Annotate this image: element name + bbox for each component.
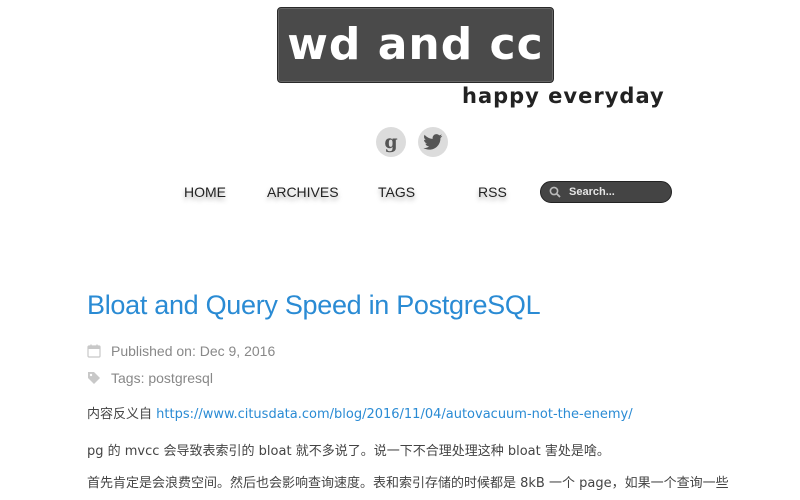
search-box	[540, 181, 672, 203]
twitter-bird-icon	[423, 134, 443, 150]
google-plus-icon[interactable]: g	[376, 127, 406, 157]
nav-home[interactable]: HOME	[184, 184, 226, 200]
source-link[interactable]: https://www.citusdata.com/blog/2016/11/0…	[156, 407, 633, 422]
site-logo[interactable]: wd and cc	[277, 7, 554, 83]
post-date: Published on: Dec 9, 2016	[87, 343, 275, 359]
source-prefix: 内容反义自	[87, 407, 157, 422]
calendar-icon	[87, 344, 101, 358]
site-tagline: happy everyday	[462, 84, 665, 108]
nav-archives[interactable]: ARCHIVES	[267, 184, 339, 200]
tag-icon	[88, 372, 100, 384]
paragraph-body: 首先肯定是会浪费空间。然后也会影响查询速度。表和索引存储的时候都是 8kB 一个…	[87, 476, 729, 491]
post-title[interactable]: Bloat and Query Speed in PostgreSQL	[87, 290, 541, 321]
paragraph-intro: pg 的 mvcc 会导致表索引的 bloat 就不多说了。说一下不合理处理这种…	[87, 444, 610, 459]
search-icon	[549, 186, 561, 198]
nav-rss[interactable]: RSS	[478, 184, 507, 200]
logo-text: wd and cc	[287, 19, 544, 70]
post-tags-text[interactable]: Tags: postgresql	[111, 370, 213, 386]
nav-tags[interactable]: TAGS	[378, 184, 415, 200]
twitter-icon[interactable]	[418, 127, 448, 157]
search-input[interactable]	[569, 186, 659, 198]
post-tags: Tags: postgresql	[87, 370, 213, 386]
main-nav: HOME ARCHIVES TAGS RSS	[0, 184, 800, 204]
google-plus-glyph: g	[384, 131, 398, 153]
post-date-text: Published on: Dec 9, 2016	[111, 343, 276, 359]
paragraph-source: 内容反义自 https://www.citusdata.com/blog/201…	[87, 403, 633, 422]
social-links: g	[376, 127, 448, 157]
